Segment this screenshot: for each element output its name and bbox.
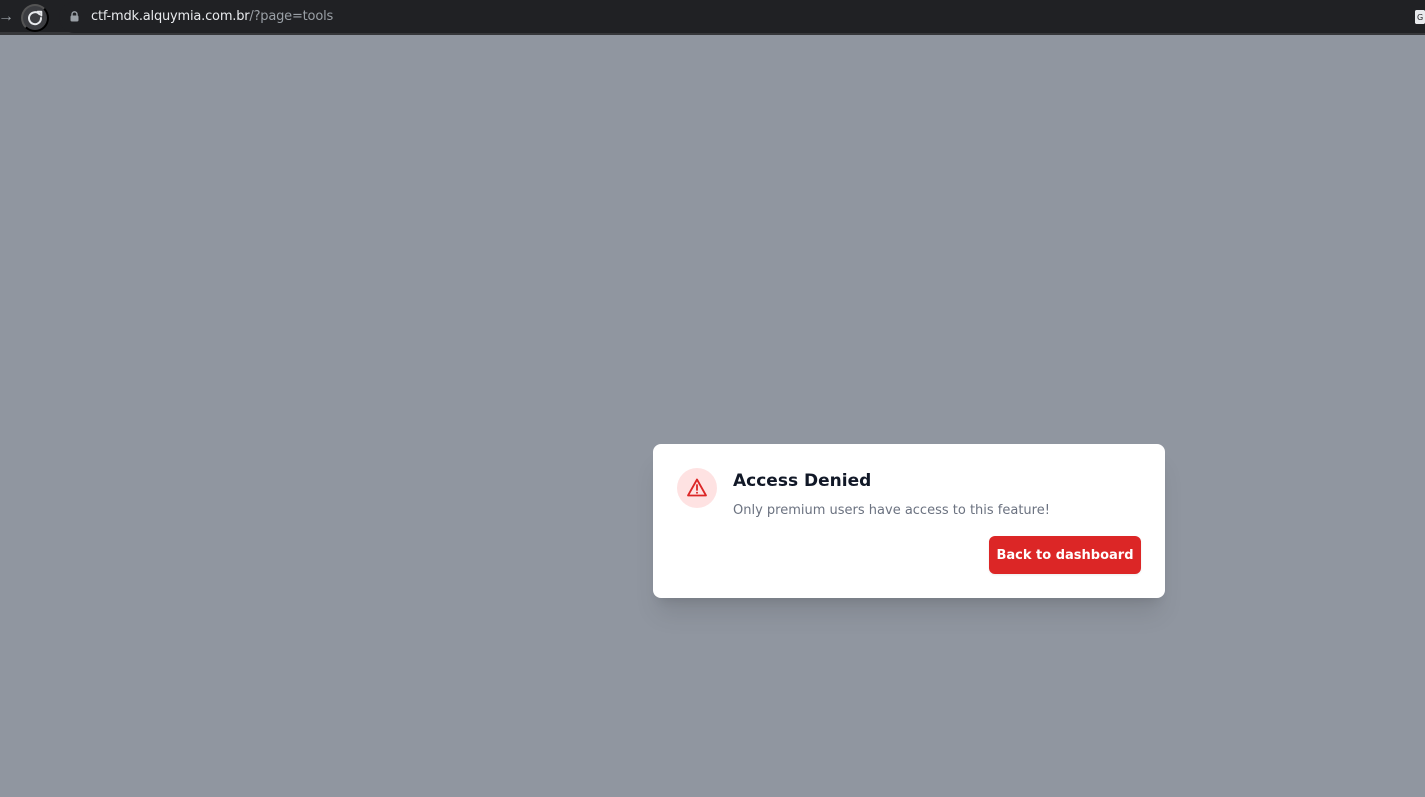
- forward-arrow-icon[interactable]: →: [0, 8, 14, 26]
- access-denied-dialog: Access Denied Only premium users have ac…: [653, 444, 1165, 598]
- dialog-message: Only premium users have access to this f…: [733, 503, 1050, 518]
- back-to-dashboard-button[interactable]: Back to dashboard: [989, 536, 1141, 574]
- dialog-title: Access Denied: [733, 471, 872, 491]
- translate-icon[interactable]: G: [1415, 10, 1425, 24]
- warning-icon-circle: [677, 468, 717, 508]
- lock-icon: [70, 11, 79, 22]
- modal-backdrop[interactable]: [0, 38, 1425, 797]
- url-host: ctf-mdk.alquymia.com.br: [91, 9, 250, 24]
- url-text[interactable]: ctf-mdk.alquymia.com.br/?page=tools: [91, 9, 333, 24]
- browser-toolbar: → ctf-mdk.alquymia.com.br/?page=tools G: [0, 0, 1425, 35]
- warning-triangle-icon: [687, 478, 707, 497]
- reload-icon: [28, 10, 43, 26]
- url-path: /?page=tools: [249, 9, 334, 24]
- reload-button[interactable]: [21, 4, 49, 32]
- svg-text:G: G: [1417, 13, 1423, 22]
